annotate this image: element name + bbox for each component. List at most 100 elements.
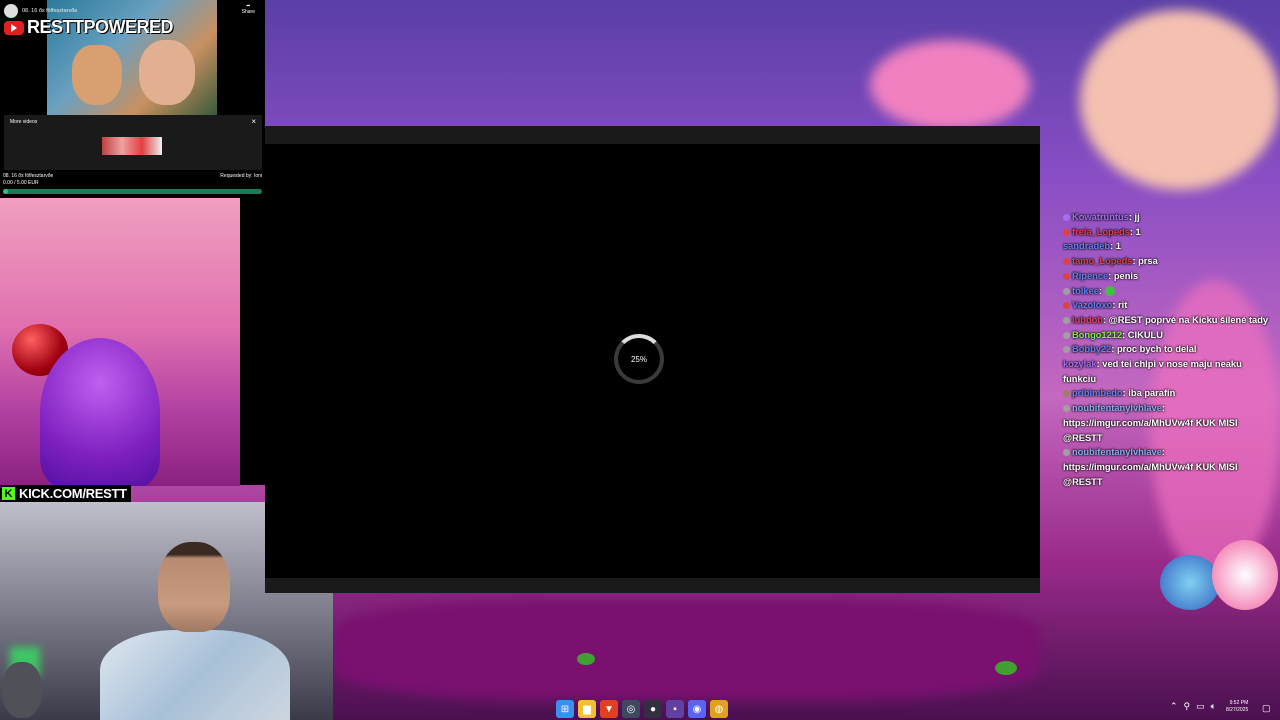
- kick-logo-icon: K: [2, 487, 15, 500]
- youtube-play-icon: [4, 20, 24, 35]
- kick-channel-label: K KICK.COM/RESTT: [0, 485, 131, 502]
- chat-message: lubdob: @REST poprvé na Kicku šílené tad…: [1063, 313, 1273, 328]
- chat-username[interactable]: noubifentanylvhlave: [1072, 403, 1162, 413]
- share-label: Share: [241, 9, 255, 15]
- chat-username[interactable]: pribimbedo: [1072, 388, 1123, 398]
- chat-text: : CIKULU: [1122, 329, 1163, 340]
- chat-message: Kowatruntus: jj: [1063, 210, 1273, 225]
- chat-username[interactable]: Bongo1212: [1072, 330, 1122, 340]
- chat-message: noubifentanylvhlave: https://imgur.com/a…: [1063, 401, 1273, 445]
- player-shadow: [240, 198, 265, 485]
- user-badge-icon: [1063, 214, 1070, 222]
- chat-text: :: [1098, 285, 1105, 296]
- user-badge-icon: [1063, 316, 1070, 324]
- app-purple-icon[interactable]: ▪: [666, 700, 684, 718]
- chat-message: kozylak: ved tei chlpi v nose maju neaku…: [1063, 357, 1273, 386]
- taskbar-apps: ⊞ ▆ ▼ ◎ ● ▪ ◉ ◍: [556, 700, 728, 718]
- network-icon[interactable]: ⚲: [1184, 701, 1191, 712]
- background-cloud: [1080, 10, 1280, 190]
- progress-fill: [3, 189, 9, 194]
- chat-message: sandradeb: 1: [1063, 239, 1273, 254]
- user-badge-icon: [1063, 405, 1070, 413]
- now-playing-title: 08. 16 ős fölfesztarvőe: [3, 173, 54, 179]
- chat-username[interactable]: noubifentanylvhlave: [1072, 447, 1162, 457]
- thumbnail-face: [72, 45, 122, 105]
- green-candy: [577, 653, 595, 665]
- more-videos-label: More videos: [10, 119, 38, 125]
- chat-text: : 1: [1110, 241, 1121, 252]
- suggested-video-thumbnail[interactable]: [102, 137, 162, 155]
- user-badge-icon: [1063, 390, 1070, 398]
- clock-time: 9:52 PM: [1229, 700, 1249, 706]
- chat-username[interactable]: Kowatruntus: [1072, 212, 1129, 222]
- kick-url: KICK.COM/RESTT: [19, 486, 127, 501]
- taskbar-clock[interactable]: 9:52 PM 8/27/2025: [1226, 700, 1248, 714]
- chat-message: Ripence: penis: [1063, 269, 1273, 284]
- user-badge-icon: [1063, 302, 1070, 310]
- clock-date: 8/27/2025: [1226, 707, 1249, 713]
- chat-message: frela_Lopeds: 1: [1063, 225, 1273, 240]
- youtube-widget: 08. 16 ős fölfesztarvőe ➦ Share RESTTPOW…: [0, 0, 265, 198]
- user-badge-icon: [1063, 228, 1070, 236]
- now-playing-info: 08. 16 ős fölfesztarvőe 0.00 / 5.00 EUR: [3, 173, 53, 187]
- chat-username[interactable]: frela_Lopeds: [1072, 227, 1130, 237]
- player-top-bar: [265, 126, 1040, 144]
- discord-icon[interactable]: ◉: [688, 700, 706, 718]
- chat-username[interactable]: tamo_Lopeds: [1072, 256, 1132, 266]
- channel-avatar[interactable]: [4, 4, 18, 18]
- user-badge-icon: [1063, 346, 1070, 354]
- obs-icon[interactable]: ●: [644, 700, 662, 718]
- lollipop: [1212, 540, 1278, 610]
- youtube-brand-logo: RESTTPOWERED: [4, 17, 174, 38]
- app-icon[interactable]: ◎: [622, 700, 640, 718]
- chat-overlay: Kowatruntus: jj frela_Lopeds: 1 sandradeb:…: [1063, 210, 1273, 489]
- chat-username[interactable]: Ripence: [1072, 271, 1108, 281]
- brand-text: RESTTPOWERED: [27, 17, 174, 37]
- video-player[interactable]: 25%: [265, 126, 1040, 593]
- video-title[interactable]: 08. 16 ős fölfesztarvőe: [22, 8, 77, 14]
- chat-message: Vazoloxo: rit: [1063, 298, 1273, 313]
- chevron-up-icon[interactable]: ⌃: [1170, 701, 1178, 712]
- windows-start-icon[interactable]: ⊞: [556, 700, 574, 718]
- notification-icon[interactable]: ▢: [1262, 703, 1271, 714]
- chat-message: Bongo1212: CIKULU: [1063, 328, 1273, 343]
- chat-username[interactable]: kozylak: [1063, 359, 1097, 369]
- user-badge-icon: [1063, 449, 1070, 457]
- chat-text: : jj: [1128, 212, 1140, 222]
- background-cloud: [334, 600, 1040, 700]
- file-explorer-icon[interactable]: ▆: [578, 700, 596, 718]
- chat-message: pribimbedo: iba parafin: [1063, 386, 1273, 401]
- chat-username[interactable]: lubdob: [1072, 315, 1103, 325]
- chat-message: Bobby22: proc bych to delal: [1063, 342, 1273, 357]
- volume-icon[interactable]: 🔈︎: [1211, 701, 1216, 712]
- chat-text: : rit: [1112, 300, 1128, 311]
- cream-swirl-decoration: [40, 338, 160, 486]
- system-tray: ⌃ ⚲ ▭ 🔈︎: [1170, 701, 1216, 712]
- background-cloud: [870, 40, 1030, 130]
- share-button[interactable]: ➦ Share: [242, 3, 255, 15]
- chat-username[interactable]: tolkee: [1072, 286, 1099, 296]
- candy-background-panel: [0, 198, 240, 486]
- chat-text: : penis: [1108, 270, 1139, 281]
- lollipop: [1160, 555, 1220, 610]
- chat-text: : iba parafin: [1122, 388, 1176, 399]
- chat-username[interactable]: sandradeb: [1063, 241, 1110, 251]
- display-icon[interactable]: ▭: [1196, 701, 1205, 712]
- chat-username[interactable]: Vazoloxo: [1072, 300, 1112, 310]
- chat-text: : 1: [1129, 226, 1141, 237]
- loading-percent: 25%: [630, 354, 647, 364]
- streamer-head: [158, 542, 230, 632]
- user-badge-icon: [1063, 331, 1070, 339]
- chat-username[interactable]: Bobby22: [1072, 344, 1111, 354]
- chrome-icon[interactable]: ◍: [710, 700, 728, 718]
- brave-browser-icon[interactable]: ▼: [600, 700, 618, 718]
- donation-amount: 0.00 / 5.00 EUR: [3, 180, 39, 186]
- chat-message: tamo_Lopeds: prsa: [1063, 254, 1273, 269]
- emote-icon: [1104, 286, 1115, 297]
- thumbnail-face: [139, 40, 195, 105]
- user-badge-icon: [1063, 258, 1070, 266]
- close-icon[interactable]: ×: [251, 117, 256, 126]
- more-videos-panel: More videos ×: [4, 115, 262, 170]
- donation-progress-bar: [3, 189, 262, 194]
- player-bottom-bar: [265, 578, 1040, 593]
